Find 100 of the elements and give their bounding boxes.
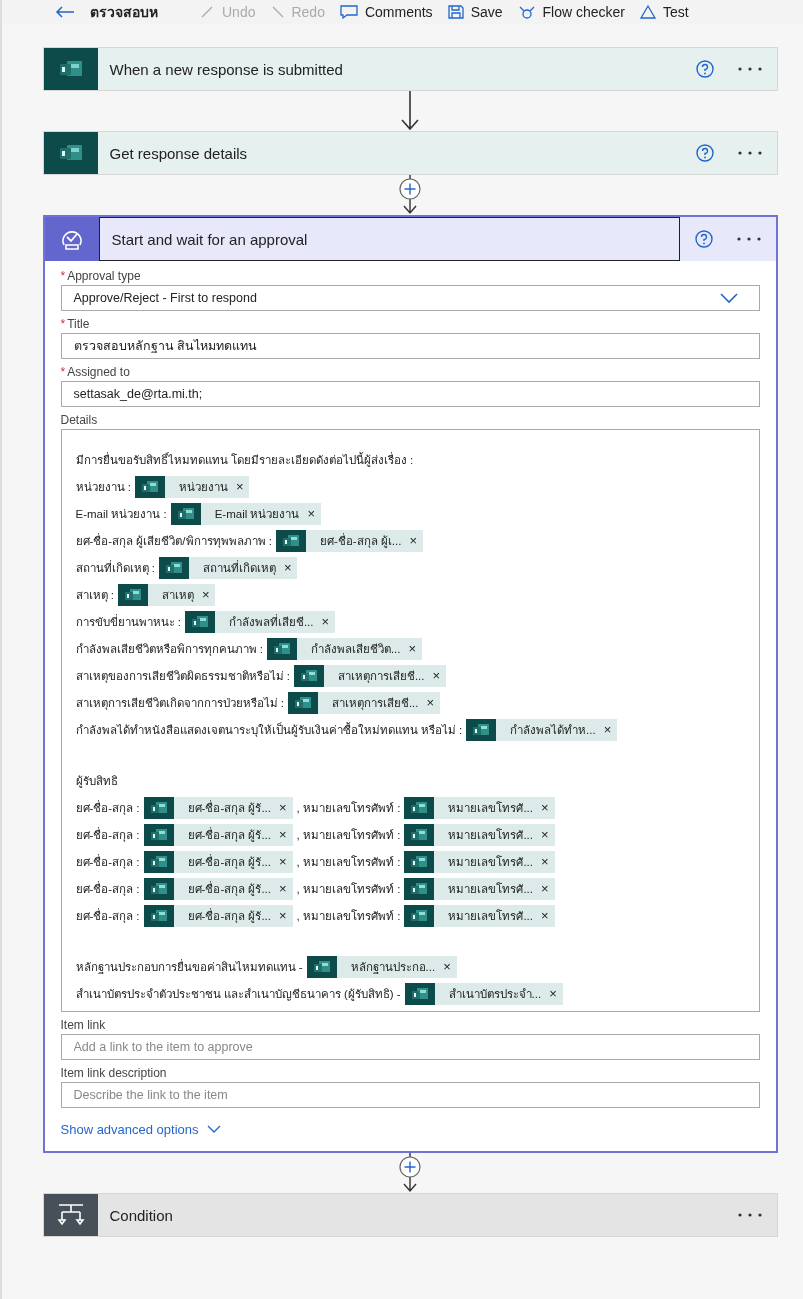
- token-label: หน่วยงาน: [177, 479, 229, 495]
- detail-text: ยศ-ชื่อ-สกุล :: [75, 907, 140, 925]
- field-label: Item link: [60, 1018, 106, 1032]
- remove-button[interactable]: ×: [541, 854, 555, 869]
- help-icon[interactable]: [694, 143, 715, 163]
- more-icon[interactable]: [736, 1212, 763, 1218]
- forms-icon: [149, 881, 168, 896]
- forms-icon: [410, 800, 429, 815]
- token-label: กำลังพลที่เสียชี...: [227, 613, 315, 630]
- forms-icon: [190, 614, 209, 629]
- token-label: หมายเลขโทรศั...: [447, 881, 534, 897]
- forms-icon: [410, 827, 429, 842]
- detail-text: สถานที่เกิดเหตุ :: [75, 559, 155, 577]
- field-label: Details: [60, 413, 98, 427]
- forms-icon: [123, 587, 142, 602]
- remove-button[interactable]: ×: [541, 881, 555, 896]
- forms-icon: [176, 506, 195, 521]
- remove-button[interactable]: ×: [409, 533, 423, 548]
- token-label: ยศ-ชื่อ-สกุล ผู้รั...: [186, 853, 272, 871]
- remove-button[interactable]: ×: [408, 641, 423, 656]
- toolbar-button[interactable]: Flow checker: [516, 4, 625, 20]
- remove-button[interactable]: ×: [307, 506, 322, 521]
- comment-icon: [338, 4, 359, 20]
- remove-button[interactable]: ×: [549, 986, 563, 1001]
- condition-icon: [55, 1202, 86, 1228]
- remove-button[interactable]: ×: [541, 827, 555, 842]
- detail-text: สาเหตุการเสียชีวิตเกิดจากการป่วยหรือไม่ :: [75, 695, 284, 712]
- remove-button[interactable]: ×: [321, 614, 336, 629]
- remove-button[interactable]: ×: [279, 854, 293, 869]
- token-label: หมายเลขโทรศั...: [447, 854, 534, 870]
- token-label: E-mail หน่วยงาน: [213, 506, 301, 522]
- forms-icon: [410, 908, 429, 923]
- remove-button[interactable]: ×: [443, 959, 457, 974]
- detail-text: สำเนาบัตรประจำตัวประชาชน และสำเนาบัญชีธนาคาร (ผู้รับสิทธิ) -: [75, 986, 401, 1003]
- more-icon[interactable]: [735, 236, 762, 242]
- remove-button[interactable]: ×: [279, 908, 293, 923]
- token-label: สาเหตุการเสียชี...: [330, 695, 420, 712]
- token-label: หมายเลขโทรศั...: [447, 827, 534, 843]
- forms-icon: [293, 695, 312, 710]
- token-label: ยศ-ชื่อ-สกุล ผู้รั...: [186, 826, 272, 844]
- step-title: When a new response is submitted: [108, 59, 344, 80]
- remove-button[interactable]: ×: [283, 560, 298, 575]
- forms-icon: [272, 641, 291, 656]
- input-field[interactable]: Add a link to the item to approve: [60, 1034, 760, 1060]
- required-mark: *: [60, 317, 66, 331]
- help-icon[interactable]: [694, 59, 715, 79]
- toolbar-button[interactable]: Comments: [338, 4, 433, 20]
- token-label: สถานที่เกิดเหตุ: [201, 559, 277, 577]
- field-label: Assigned to: [67, 365, 130, 379]
- forms-icon: [410, 881, 429, 896]
- detail-text: , หมายเลขโทรศัพท์ :: [296, 908, 401, 924]
- forms-icon: [149, 800, 168, 815]
- token-label: สาเหตุ: [160, 587, 195, 604]
- remove-button[interactable]: ×: [426, 695, 441, 710]
- dropdown[interactable]: Approve/Reject - First to respond: [60, 285, 760, 311]
- field-label: Title: [67, 317, 90, 331]
- remove-button[interactable]: ×: [279, 800, 293, 815]
- back-arrow-icon[interactable]: [54, 5, 76, 19]
- input-field[interactable]: ตรวจสอบหลักฐาน สินไหมทดแทน: [60, 333, 760, 359]
- token-label: ยศ-ชื่อ-สกุล ผู้เ...: [318, 532, 403, 550]
- detail-text: สาเหตุ :: [75, 587, 114, 604]
- remove-button[interactable]: ×: [603, 722, 618, 737]
- remove-button[interactable]: ×: [235, 479, 250, 494]
- input-field[interactable]: Describe the link to the item: [60, 1082, 760, 1108]
- detail-text: ยศ-ชื่อ-สกุล :: [75, 799, 140, 817]
- detail-text: การขับขี่ยานพาหนะ :: [75, 613, 181, 630]
- forms-icon: [164, 560, 183, 575]
- details-field[interactable]: [60, 429, 760, 1012]
- token-label: หลักฐานประกอ...: [349, 959, 437, 976]
- step-title: Start and wait for an approval: [98, 217, 680, 261]
- token-label: สาเหตุการเสียชี...: [336, 668, 426, 685]
- input-field[interactable]: settasak_de@rta.mi.th;: [60, 381, 760, 407]
- detail-text: ผู้รับสิทธิ: [75, 773, 118, 790]
- step-title: Get response details: [108, 143, 249, 164]
- forms-icon: [472, 722, 491, 737]
- forms-icon: [149, 908, 168, 923]
- token-label: ยศ-ชื่อ-สกุล ผู้รั...: [186, 799, 272, 817]
- token-label: ยศ-ชื่อ-สกุล ผู้รั...: [186, 907, 272, 925]
- remove-button[interactable]: ×: [201, 587, 216, 602]
- more-icon[interactable]: [736, 150, 763, 156]
- more-icon[interactable]: [736, 66, 763, 72]
- toolbar-button[interactable]: Save: [446, 4, 503, 20]
- chevron-down-icon: [206, 1125, 221, 1134]
- remove-button[interactable]: ×: [279, 827, 293, 842]
- help-icon[interactable]: [693, 229, 714, 249]
- detail-text: กำลังพลเสียชีวิตหรือพิการทุกคนภาพ :: [75, 641, 263, 658]
- remove-button[interactable]: ×: [541, 908, 555, 923]
- forms-icon: [140, 479, 159, 494]
- detail-text: หน่วยงาน :: [75, 479, 131, 495]
- field-label: Approval type: [67, 269, 141, 283]
- forms-icon: [312, 959, 331, 974]
- required-mark: *: [60, 269, 66, 283]
- field-label: Item link description: [60, 1066, 167, 1080]
- toolbar-button[interactable]: Test: [639, 4, 689, 20]
- remove-button[interactable]: ×: [279, 881, 293, 896]
- detail-text: หลักฐานประกอบการยื่นขอค่าสินไหมทดแทน -: [75, 958, 303, 976]
- forms-icon: [149, 827, 168, 842]
- remove-button[interactable]: ×: [541, 800, 555, 815]
- remove-button[interactable]: ×: [432, 668, 447, 683]
- show-advanced-link[interactable]: Show advanced options: [60, 1122, 221, 1137]
